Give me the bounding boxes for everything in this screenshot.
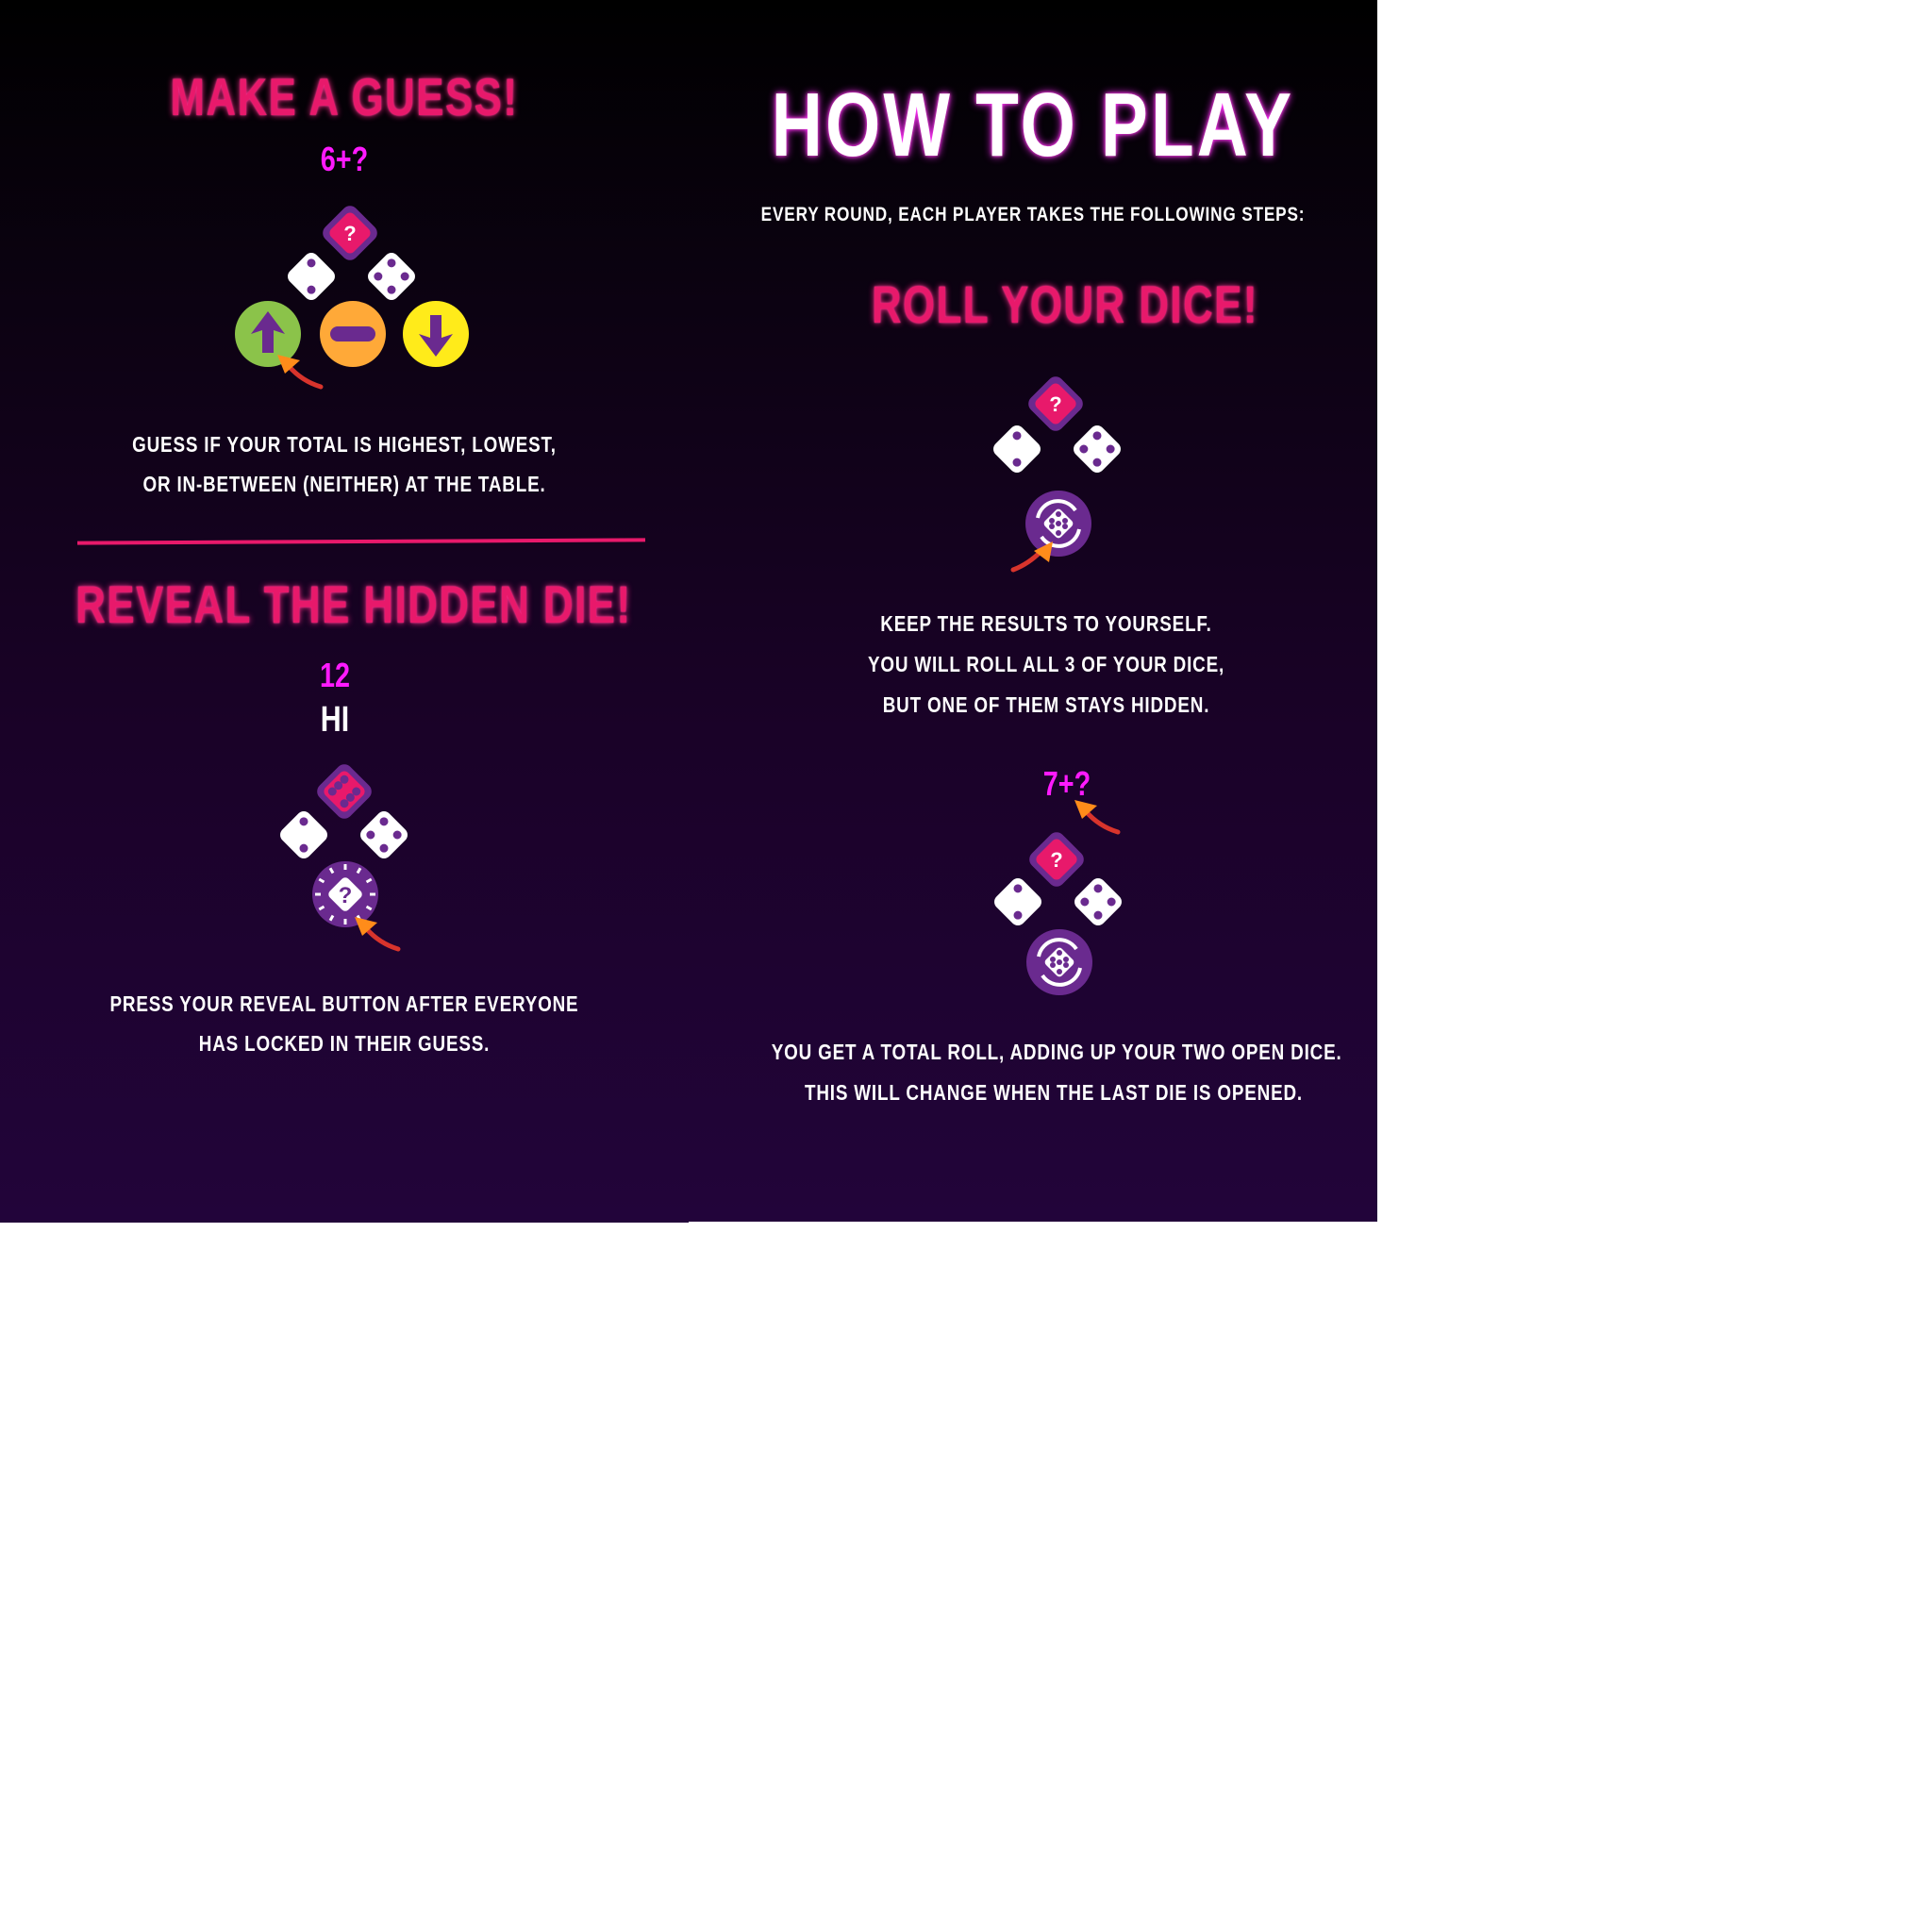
- steps-intro: EVERY ROUND, EACH PLAYER TAKES THE FOLLO…: [760, 204, 1306, 225]
- reveal-text-line: HAS LOCKED IN THEIR GUESS.: [198, 1031, 491, 1056]
- reveal-total: 12: [319, 656, 351, 694]
- total-roll-label: 7+?: [1042, 764, 1091, 803]
- reveal-result: HI: [320, 700, 350, 740]
- white-die-two-icon: [987, 419, 1047, 484]
- reveal-text-line: PRESS YOUR REVEAL BUTTON AFTER EVERYONE: [109, 991, 579, 1016]
- pointer-arrow-icon: [351, 911, 404, 958]
- reveal-heading: REVEAL THE HIDDEN DIE!: [75, 575, 632, 634]
- svg-text:?: ?: [339, 883, 353, 908]
- section-divider: [76, 538, 646, 545]
- roll-dice-button[interactable]: [1025, 928, 1093, 1001]
- guess-total: 6+?: [320, 140, 369, 178]
- white-die-four-icon: [1067, 419, 1127, 484]
- make-a-guess-heading: MAKE A GUESS!: [170, 67, 519, 126]
- roll-text-line: YOU WILL ROLL ALL 3 OF YOUR DICE,: [867, 652, 1225, 676]
- total-text-line: THIS WILL CHANGE WHEN THE LAST DIE IS OP…: [804, 1080, 1303, 1105]
- guess-text-line: OR IN-BETWEEN (NEITHER) AT THE TABLE.: [142, 472, 546, 496]
- guess-low-button[interactable]: [402, 300, 470, 373]
- roll-text-line: KEEP THE RESULTS TO YOURSELF.: [880, 611, 1212, 636]
- pointer-arrow-icon: [274, 349, 326, 395]
- svg-text:?: ?: [1049, 392, 1061, 416]
- white-die-two-icon: [988, 872, 1048, 937]
- how-to-play-panel: HOW TO PLAY EVERY ROUND, EACH PLAYER TAK…: [689, 0, 1377, 1222]
- white-die-four-icon: [1068, 872, 1128, 937]
- total-text-line: YOU GET A TOTAL ROLL, ADDING UP YOUR TWO…: [771, 1040, 1342, 1064]
- guess-and-reveal-panel: MAKE A GUESS! 6+? ? GUESS IF YOUR TOTAL …: [0, 0, 689, 1223]
- how-to-play-title: HOW TO PLAY: [771, 75, 1295, 175]
- svg-text:?: ?: [1050, 848, 1062, 872]
- guess-neither-button[interactable]: [319, 300, 387, 373]
- pointer-arrow-icon: [1008, 538, 1060, 584]
- guess-text-line: GUESS IF YOUR TOTAL IS HIGHEST, LOWEST,: [132, 432, 557, 457]
- roll-text-line: BUT ONE OF THEM STAYS HIDDEN.: [882, 692, 1210, 717]
- roll-your-dice-heading: ROLL YOUR DICE!: [871, 275, 1259, 334]
- svg-text:?: ?: [343, 222, 356, 245]
